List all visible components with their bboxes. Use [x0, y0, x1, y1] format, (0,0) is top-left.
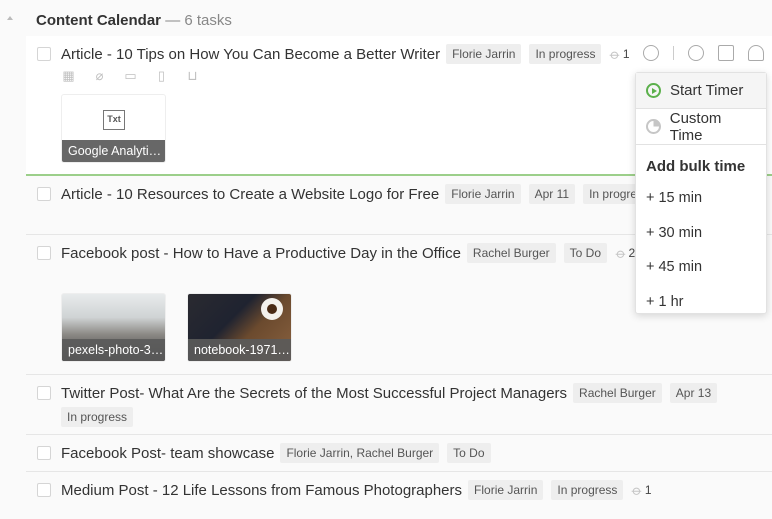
- task-title[interactable]: Article - 10 Tips on How You Can Become …: [61, 46, 440, 63]
- task-count: — 6 tasks: [165, 12, 232, 29]
- assignee-tag[interactable]: Florie Jarrin: [468, 480, 544, 500]
- assignee-tag[interactable]: Florie Jarrin: [446, 44, 522, 64]
- calendar-icon[interactable]: ▦: [61, 69, 76, 83]
- custom-time-item[interactable]: Custom Time: [636, 109, 766, 145]
- file-name: Google Analyti…: [62, 140, 165, 162]
- image-attachment[interactable]: notebook-1971…: [187, 293, 292, 362]
- assignee-tag[interactable]: Florie Jarrin: [445, 184, 521, 204]
- task-checkbox[interactable]: [37, 446, 51, 460]
- status-tag[interactable]: To Do: [447, 443, 491, 463]
- divider: [673, 46, 674, 60]
- comment-icon[interactable]: ▭: [123, 69, 138, 83]
- date-tag[interactable]: Apr 11: [528, 184, 576, 204]
- attachment-count[interactable]: ⌀ 2: [613, 244, 635, 262]
- task-checkbox[interactable]: [37, 483, 51, 497]
- start-timer-item[interactable]: Start Timer: [636, 73, 766, 109]
- file-attachment[interactable]: Txt Google Analyti…: [61, 94, 166, 163]
- date-tag[interactable]: Apr 13: [669, 383, 718, 403]
- collapse-caret-icon[interactable]: [7, 16, 13, 20]
- task-title[interactable]: Medium Post - 12 Life Lessons from Famou…: [61, 482, 462, 499]
- status-tag[interactable]: In progress: [61, 407, 134, 427]
- coffee-cup-image: [261, 298, 283, 320]
- bulk-30-min[interactable]: + 30 min: [636, 216, 766, 251]
- task-row[interactable]: Twitter Post- What Are the Secrets of th…: [26, 375, 772, 435]
- assignee-icon[interactable]: [748, 45, 764, 61]
- section-header: Content Calendar — 6 tasks: [36, 12, 232, 29]
- details-icon[interactable]: [718, 45, 734, 61]
- task-toolbar: ▦ ⌀ ▭ ▯ ⊔: [61, 69, 200, 83]
- attachment-count[interactable]: ⌀ 1: [607, 45, 629, 63]
- play-icon: [646, 83, 661, 98]
- timer-menu: Start Timer Custom Time Add bulk time + …: [635, 72, 767, 314]
- assignee-tag[interactable]: Rachel Burger: [573, 383, 662, 403]
- task-title[interactable]: Facebook post - How to Have a Productive…: [61, 245, 461, 262]
- status-tag[interactable]: In progress: [529, 44, 602, 64]
- move-icon[interactable]: ▯: [154, 69, 169, 83]
- file-name: pexels-photo-3…: [62, 339, 165, 361]
- image-attachment[interactable]: pexels-photo-3…: [61, 293, 166, 362]
- bulk-time-heading: Add bulk time: [646, 158, 746, 175]
- bulk-45-min[interactable]: + 45 min: [636, 250, 766, 285]
- clock-icon: [646, 119, 661, 134]
- bulk-1-hr[interactable]: + 1 hr: [636, 285, 766, 320]
- task-title[interactable]: Twitter Post- What Are the Secrets of th…: [61, 385, 567, 402]
- task-row[interactable]: Medium Post - 12 Life Lessons from Famou…: [26, 472, 772, 518]
- task-checkbox[interactable]: [37, 47, 51, 61]
- row-actions: [629, 45, 764, 61]
- status-tag[interactable]: To Do: [563, 243, 607, 263]
- section-title: Content Calendar: [36, 12, 162, 29]
- file-name: notebook-1971…: [188, 339, 291, 361]
- txt-file-icon: Txt: [103, 110, 125, 130]
- task-checkbox[interactable]: [37, 187, 51, 201]
- task-row[interactable]: Facebook Post- team showcase Florie Jarr…: [26, 435, 772, 472]
- timer-icon[interactable]: [643, 45, 659, 61]
- task-checkbox[interactable]: [37, 246, 51, 260]
- assignee-tag[interactable]: Rachel Burger: [466, 243, 556, 263]
- assignee-tag[interactable]: Florie Jarrin, Rachel Burger: [280, 443, 440, 463]
- task-title[interactable]: Article - 10 Resources to Create a Websi…: [61, 186, 439, 203]
- attachment-count[interactable]: ⌀ 1: [629, 481, 651, 499]
- paperclip-icon[interactable]: ⌀: [92, 69, 107, 83]
- more-icon[interactable]: [688, 45, 704, 61]
- trash-icon[interactable]: ⊔: [185, 69, 200, 83]
- task-list-page: Content Calendar — 6 tasks Article - 10 …: [0, 0, 772, 519]
- status-tag[interactable]: In progress: [551, 480, 624, 500]
- bulk-15-min[interactable]: + 15 min: [636, 181, 766, 216]
- task-title[interactable]: Facebook Post- team showcase: [61, 445, 274, 462]
- task-checkbox[interactable]: [37, 386, 51, 400]
